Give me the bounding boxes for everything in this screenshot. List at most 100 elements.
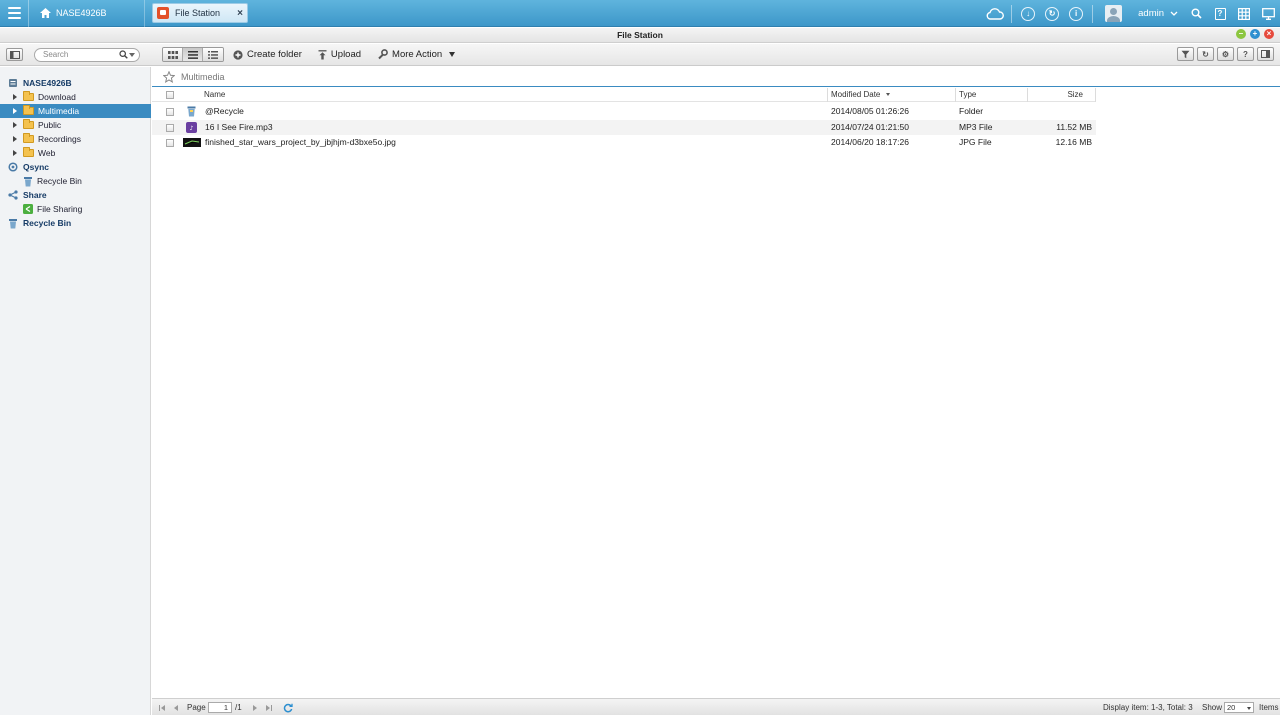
- help-button[interactable]: ?: [1237, 47, 1254, 61]
- modified-date: 2014/07/24 01:21:50: [831, 122, 909, 132]
- column-name[interactable]: Name: [201, 88, 828, 102]
- detail-view-icon: [208, 50, 218, 59]
- main-menu-button[interactable]: [0, 0, 29, 27]
- help-icon[interactable]: ?: [1208, 0, 1232, 27]
- previous-page-button[interactable]: [174, 699, 178, 715]
- thumbnail-view-button[interactable]: [163, 48, 183, 61]
- file-station-icon: [157, 7, 169, 19]
- table-row[interactable]: @Recycle 2014/08/05 01:26:26 Folder: [152, 104, 1096, 119]
- path-bar: Multimedia: [152, 67, 1280, 87]
- tree-item-label: Recycle Bin: [37, 176, 82, 186]
- recycle-bin-icon: [24, 176, 32, 186]
- close-tab-icon[interactable]: ×: [237, 8, 243, 19]
- home-tab[interactable]: NASE4926B: [29, 0, 145, 27]
- panel-button[interactable]: [1257, 47, 1274, 61]
- file-station-tab-label: File Station: [175, 8, 221, 18]
- tree-item-recordings[interactable]: Recordings: [0, 132, 151, 146]
- table-row[interactable]: finished_star_wars_project_by_jbjhjm-d3b…: [152, 135, 1096, 150]
- tree-item-file-sharing[interactable]: File Sharing: [0, 202, 151, 216]
- apps-grid-icon[interactable]: [1232, 0, 1256, 27]
- expand-arrow-icon[interactable]: [13, 150, 17, 156]
- next-page-button[interactable]: [253, 699, 257, 715]
- chevron-down-icon: [1170, 11, 1178, 16]
- tree-item-label: Qsync: [23, 162, 49, 172]
- more-action-button[interactable]: More Action: [377, 49, 456, 60]
- home-icon: [40, 8, 51, 18]
- search-input[interactable]: Search: [43, 50, 68, 59]
- toolbar-right-tools: ↻ ⚙ ?: [1177, 47, 1274, 61]
- upload-button[interactable]: Upload: [318, 49, 361, 60]
- tree-item-nas[interactable]: NASE4926B: [0, 76, 151, 90]
- list-view-button[interactable]: [183, 48, 203, 61]
- select-all-checkbox[interactable]: [166, 88, 184, 102]
- tree-item-qsync-recycle-bin[interactable]: Recycle Bin: [0, 174, 151, 188]
- tree-item-label: Public: [38, 120, 62, 130]
- file-size: 11.52 MB: [1056, 122, 1092, 132]
- tree-item-download[interactable]: Download: [0, 90, 151, 104]
- tree-item-multimedia[interactable]: Multimedia: [0, 104, 151, 118]
- user-name: admin: [1138, 8, 1164, 19]
- tree-item-label: Multimedia: [38, 106, 80, 116]
- folder-icon: [23, 105, 34, 115]
- last-page-button[interactable]: [266, 699, 272, 715]
- column-type[interactable]: Type: [956, 88, 1028, 102]
- toggle-sidebar-button[interactable]: [6, 48, 23, 61]
- tree-item-qsync[interactable]: Qsync: [0, 160, 151, 174]
- sidebar-icon: [9, 50, 20, 59]
- tree-item-web[interactable]: Web: [0, 146, 151, 160]
- star-icon[interactable]: [163, 70, 175, 83]
- grid-view-icon: [167, 50, 178, 59]
- tree-item-recycle-bin[interactable]: Recycle Bin: [0, 216, 151, 230]
- cloud-icon[interactable]: [983, 0, 1007, 27]
- items-per-page-select[interactable]: 20: [1224, 702, 1254, 713]
- expand-arrow-icon[interactable]: [13, 94, 17, 100]
- info-icon[interactable]: i: [1064, 0, 1088, 27]
- file-station-window: NASE4926B File Station × ↓ ↻ i admin ? F…: [0, 0, 1280, 715]
- table-row[interactable]: ♪ 16 I See Fire.mp3 2014/07/24 01:21:50 …: [152, 120, 1096, 135]
- file-station-tab[interactable]: File Station ×: [152, 3, 248, 23]
- search-icon[interactable]: [1184, 0, 1208, 27]
- tree-item-public[interactable]: Public: [0, 118, 151, 132]
- background-task-icon[interactable]: ↓: [1016, 0, 1040, 27]
- show-select-wrap: 20: [1224, 699, 1254, 715]
- expand-arrow-icon[interactable]: [13, 108, 17, 114]
- close-window-button[interactable]: ×: [1264, 29, 1274, 39]
- minimize-button[interactable]: –: [1236, 29, 1246, 39]
- recycle-icon: [187, 106, 196, 117]
- search-options-icon[interactable]: [129, 52, 135, 57]
- search-box[interactable]: Search: [34, 47, 140, 62]
- row-checkbox[interactable]: [166, 135, 174, 150]
- detail-view-button[interactable]: [203, 48, 223, 61]
- refresh-list-button[interactable]: [283, 699, 293, 715]
- user-menu[interactable]: admin: [1122, 8, 1184, 19]
- page-field-wrap: 1: [208, 699, 232, 715]
- create-folder-button[interactable]: Create folder: [233, 49, 302, 60]
- top-bar: NASE4926B File Station × ↓ ↻ i admin ?: [0, 0, 1280, 27]
- nas-icon: [9, 79, 17, 87]
- modified-date: 2014/08/05 01:26:26: [831, 106, 909, 116]
- refresh-button[interactable]: ↻: [1197, 47, 1214, 61]
- expand-arrow-icon[interactable]: [13, 136, 17, 142]
- page-input[interactable]: 1: [208, 702, 232, 713]
- create-folder-label: Create folder: [247, 49, 302, 60]
- tree-item-share[interactable]: Share: [0, 188, 151, 202]
- avatar[interactable]: [1105, 5, 1123, 22]
- file-type: JPG File: [959, 137, 992, 147]
- maximize-button[interactable]: +: [1250, 29, 1260, 39]
- monitor-icon[interactable]: [1256, 0, 1280, 27]
- row-checkbox[interactable]: [166, 120, 174, 135]
- row-checkbox[interactable]: [166, 104, 174, 119]
- add-circle-icon: [233, 49, 243, 60]
- folder-icon: [23, 133, 34, 143]
- column-header-label: Modified Date: [831, 90, 881, 99]
- column-modified-date[interactable]: Modified Date: [828, 88, 956, 102]
- sort-desc-icon: [885, 93, 890, 97]
- settings-button[interactable]: ⚙: [1217, 47, 1234, 61]
- column-size[interactable]: Size: [1028, 88, 1096, 102]
- expand-arrow-icon[interactable]: [13, 122, 17, 128]
- breadcrumb: Multimedia: [181, 71, 225, 82]
- search-icon[interactable]: [119, 49, 128, 59]
- filter-button[interactable]: [1177, 47, 1194, 61]
- first-page-button[interactable]: [159, 699, 165, 715]
- sync-icon[interactable]: ↻: [1040, 0, 1064, 27]
